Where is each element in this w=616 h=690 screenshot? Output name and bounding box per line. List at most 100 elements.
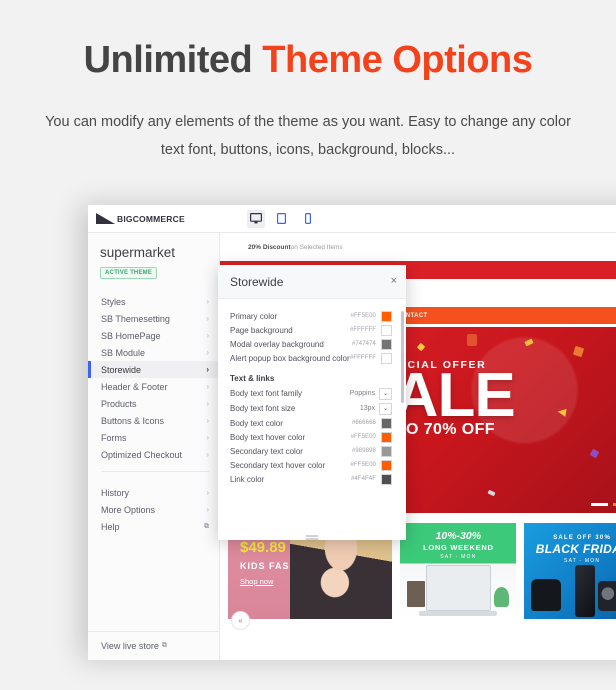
setting-label: Link color — [230, 474, 265, 484]
chevron-right-icon: › — [206, 348, 209, 357]
sidebar-item-label: History — [101, 487, 130, 498]
sidebar-item-products[interactable]: Products › — [88, 395, 219, 412]
setting-row-body-text-color[interactable]: Body text color #666666 — [218, 416, 406, 430]
dialog-header: Storewide × — [218, 265, 406, 299]
setting-label: Primary color — [230, 311, 278, 321]
sidebar-item-optimized-checkout[interactable]: Optimized Checkout › — [88, 446, 219, 463]
confetti-decoration — [523, 338, 534, 347]
chevron-right-icon: › — [206, 382, 209, 391]
sidebar-divider — [101, 471, 209, 472]
setting-label: Body text font family — [230, 389, 303, 398]
color-swatch[interactable] — [381, 324, 392, 336]
chevron-right-icon: › — [206, 399, 209, 408]
chevron-right-icon: › — [206, 450, 209, 459]
setting-row-alert-popup-background[interactable]: Alert popup box background color #FFFFFF — [218, 351, 406, 365]
sidebar-item-label: Optimized Checkout — [101, 449, 183, 460]
tablet-preview-icon[interactable] — [273, 210, 291, 228]
setting-row-link-color[interactable]: Link color #4F4F4F — [218, 472, 406, 486]
setting-hex-value: #FFFFFF — [349, 355, 376, 361]
book-decoration — [407, 581, 425, 607]
headphones-decoration — [531, 579, 562, 611]
color-swatch[interactable] — [381, 431, 392, 443]
sidebar-item-sb-themesetting[interactable]: SB Themesetting › — [88, 310, 219, 327]
sidebar-item-sb-homepage[interactable]: SB HomePage › — [88, 327, 219, 344]
weekend-card-line2: LONG WEEKEND — [423, 543, 494, 552]
sidebar-item-more-options[interactable]: More Options › — [88, 501, 219, 518]
color-swatch[interactable] — [381, 473, 392, 485]
setting-hex-value: #FFFFFF — [349, 327, 376, 333]
sidebar-item-storewide[interactable]: Storewide › — [88, 361, 219, 378]
sidebar-nav-primary: Styles › SB Themesetting › SB HomePage ›… — [88, 289, 219, 463]
sidebar-item-buttons-icons[interactable]: Buttons & Icons › — [88, 412, 219, 429]
setting-row-modal-overlay-background[interactable]: Modal overlay background #747474 — [218, 337, 406, 351]
banner-pagination-dot-active[interactable] — [591, 503, 608, 506]
sidebar-item-forms[interactable]: Forms › — [88, 429, 219, 446]
close-icon[interactable]: × — [391, 276, 397, 287]
setting-row-body-font-size[interactable]: Body text font size 13px ⌄ — [218, 401, 406, 416]
sidebar-item-help[interactable]: Help ⧉ — [88, 518, 219, 535]
external-link-icon: ⧉ — [161, 642, 167, 649]
setting-row-page-background[interactable]: Page background #FFFFFF — [218, 323, 406, 337]
color-swatch[interactable] — [381, 445, 392, 457]
color-swatch[interactable] — [381, 310, 392, 322]
sidebar-item-history[interactable]: History › — [88, 484, 219, 501]
dialog-resize-handle[interactable] — [305, 535, 319, 540]
chevron-right-icon: › — [206, 505, 209, 514]
brand-name: BIGCOMMERCE — [117, 213, 185, 224]
chevron-right-icon: › — [206, 433, 209, 442]
mobile-preview-icon[interactable] — [299, 210, 317, 228]
external-link-icon: ⧉ — [204, 522, 209, 530]
color-swatch[interactable] — [381, 352, 392, 364]
setting-row-primary-color[interactable]: Primary color #FF5E00 — [218, 309, 406, 323]
long-weekend-card[interactable]: 10%-30% LONG WEEKEND SAT - MON — [400, 523, 517, 619]
subtitle-line-2: text font, buttons, icons, background, b… — [160, 142, 456, 159]
setting-row-secondary-text-hover-color[interactable]: Secondary text hover color #FF5E00 — [218, 458, 406, 472]
setting-row-body-text-hover-color[interactable]: Body text hover color #FF5E00 — [218, 430, 406, 444]
setting-hex-value: #4F4F4F — [350, 476, 376, 482]
setting-row-body-font-family[interactable]: Body text font family Poppins ⌄ — [218, 386, 406, 401]
sidebar-nav-secondary: History › More Options › Help ⧉ — [88, 480, 219, 535]
setting-row-secondary-text-color[interactable]: Secondary text color #989898 — [218, 444, 406, 458]
bigcommerce-logo-icon[interactable]: BIGCOMMERCE — [96, 213, 185, 224]
setting-hex-value: #747474 — [351, 341, 376, 347]
banner-pagination[interactable] — [591, 503, 616, 506]
setting-hex-value: #FF5E00 — [350, 462, 376, 468]
chevron-right-icon: › — [206, 297, 209, 306]
chevron-right-icon: › — [206, 365, 209, 374]
sidebar-item-label: SB Module — [101, 347, 146, 358]
setting-label: Page background — [230, 325, 293, 335]
collapse-panel-button[interactable]: « — [231, 611, 250, 630]
phone-decoration — [575, 565, 595, 617]
sidebar-item-label: Products — [101, 398, 137, 409]
sidebar-item-header-footer[interactable]: Header & Footer › — [88, 378, 219, 395]
font-family-select[interactable]: ⌄ — [379, 387, 392, 400]
promo-rest-text: on Selected Items — [290, 243, 343, 251]
dialog-scrollbar[interactable] — [401, 311, 404, 403]
sidebar-item-sb-module[interactable]: SB Module › — [88, 344, 219, 361]
color-swatch[interactable] — [381, 338, 392, 350]
color-swatch[interactable] — [381, 417, 392, 429]
weekend-card-line1: 10%-30% — [435, 530, 482, 542]
view-live-store-link[interactable]: View live store ⧉ — [88, 631, 219, 660]
color-swatch[interactable] — [381, 459, 392, 471]
sidebar-item-styles[interactable]: Styles › — [88, 293, 219, 310]
setting-label: Secondary text hover color — [230, 460, 326, 470]
black-friday-card[interactable]: SALE OFF 30% BLACK FRIDAY SAT - MON — [524, 523, 616, 619]
sidebar-item-label: Help — [101, 521, 120, 532]
view-live-store-label: View live store — [101, 641, 159, 651]
blackfriday-card-line3: SAT - MON — [564, 558, 601, 564]
font-size-select[interactable]: ⌄ — [379, 402, 392, 415]
weekend-card-line3: SAT - MON — [440, 554, 477, 560]
setting-label: Modal overlay background — [230, 339, 324, 349]
desktop-preview-icon[interactable] — [246, 209, 265, 228]
setting-value: Poppins — [349, 390, 375, 397]
chevron-right-icon: › — [206, 416, 209, 425]
sidebar-item-label: Storewide — [101, 364, 142, 375]
setting-hex-value: #989898 — [351, 448, 376, 454]
device-preview-group — [246, 209, 317, 228]
setting-hex-value: #FF5E00 — [350, 313, 376, 319]
theme-name: supermarket — [100, 245, 176, 260]
sidebar-item-label: Forms — [101, 432, 127, 443]
plant-decoration — [494, 587, 510, 607]
setting-label: Secondary text color — [230, 446, 303, 456]
